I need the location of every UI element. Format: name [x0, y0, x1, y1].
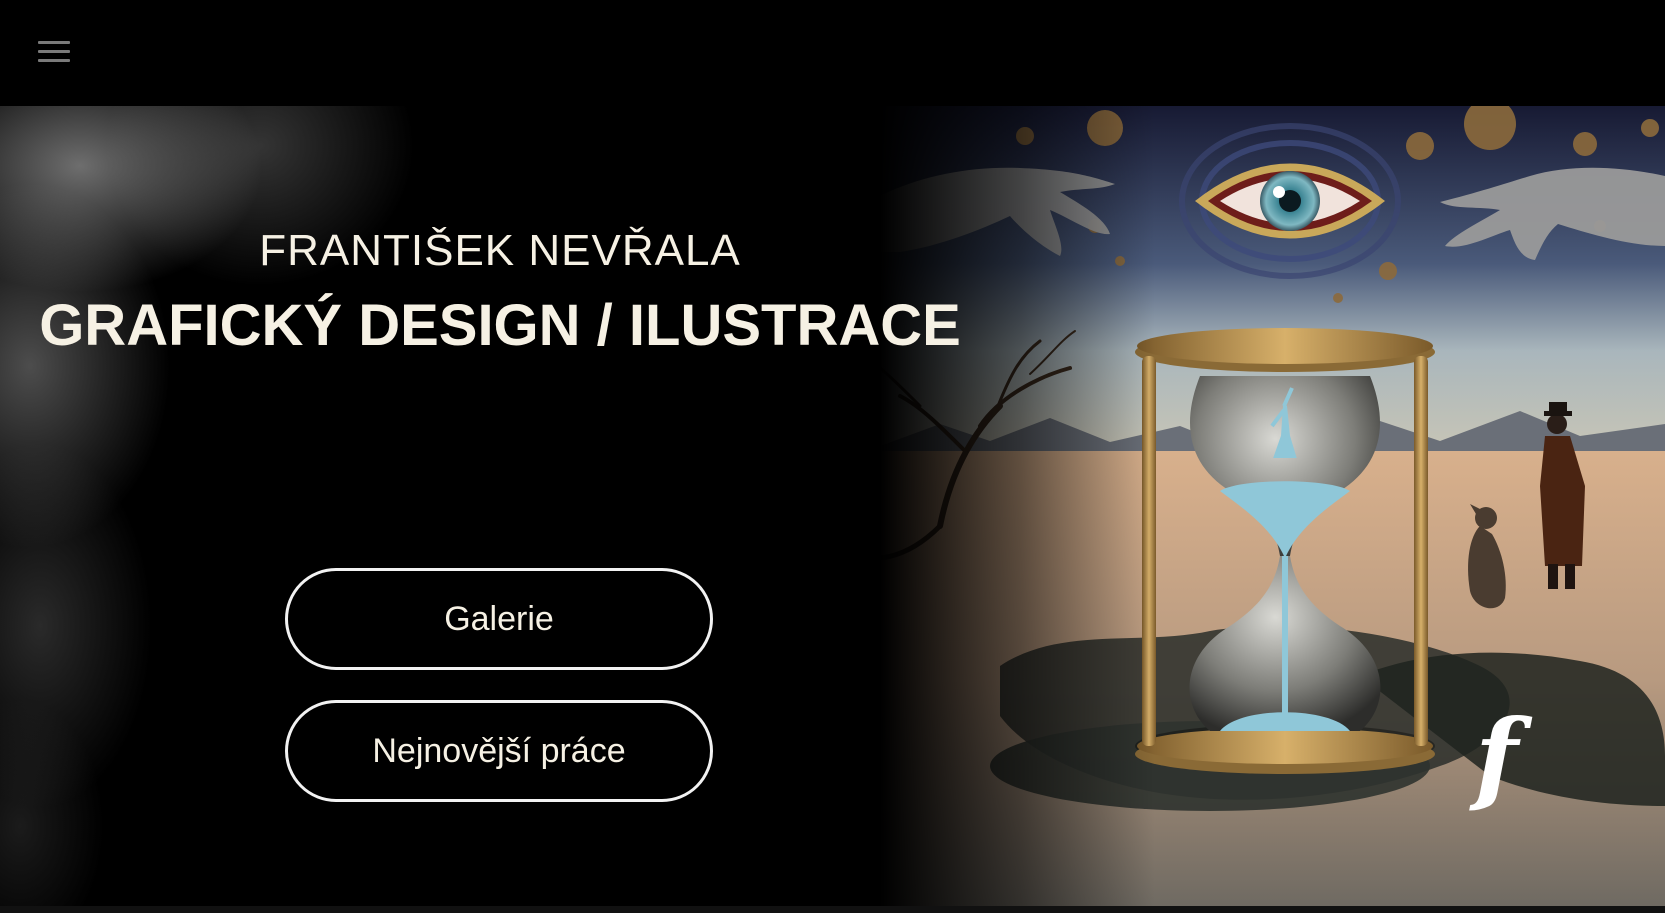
hero-section: FRANTIŠEK NEVŘALA GRAFICKÝ DESIGN / ILUS… [0, 106, 1665, 906]
top-bar [0, 0, 1665, 106]
latest-work-button[interactable]: Nejnovější práce [285, 700, 713, 802]
signature-logo: f [1475, 697, 1519, 815]
hamburger-menu-icon[interactable] [34, 36, 74, 68]
artist-name: FRANTIŠEK NEVŘALA [259, 226, 741, 275]
gallery-button[interactable]: Galerie [285, 568, 713, 670]
page-bottom-edge [0, 906, 1665, 913]
artist-tagline: GRAFICKÝ DESIGN / ILUSTRACE [39, 293, 961, 358]
